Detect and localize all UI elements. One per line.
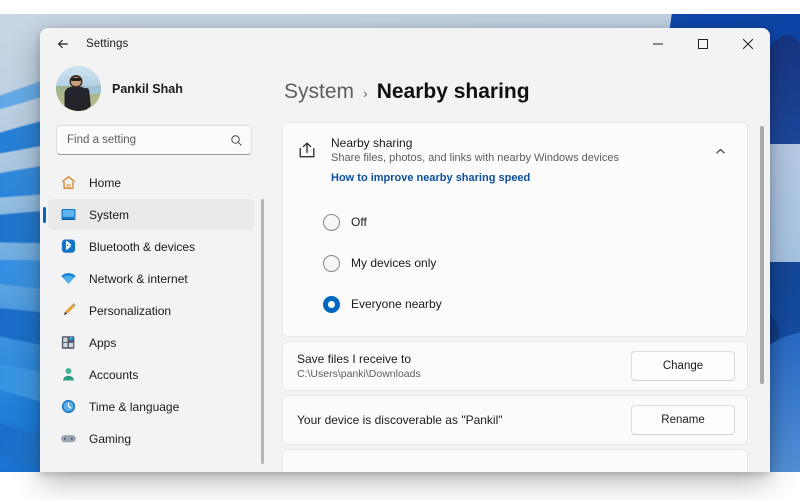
maximize-icon[interactable] [680,28,725,60]
window-controls [635,28,770,60]
improve-speed-link[interactable]: How to improve nearby sharing speed [331,172,530,184]
title-bar: Settings [40,28,770,60]
radio-option-everyone-nearby[interactable]: Everyone nearby [323,288,747,320]
bluetooth-icon [60,238,77,255]
radio-indicator-selected[interactable] [323,295,340,313]
chevron-up-icon[interactable] [707,138,733,164]
sidebar-item-accounts[interactable]: Accounts [48,359,254,390]
sidebar-item-label: Personalization [89,303,172,318]
clock-icon [60,398,77,415]
system-icon [60,206,77,223]
sidebar-item-label: Accounts [89,367,139,382]
network-icon [60,270,77,287]
content-area: System › Nearby sharing Nearby sharing S… [268,60,770,472]
home-icon [60,174,77,191]
rename-button[interactable]: Rename [631,405,735,435]
search-input[interactable] [67,134,230,146]
minimize-icon[interactable] [635,28,680,60]
sidebar-item-gaming[interactable]: Gaming [48,423,254,454]
window-title: Settings [86,38,129,50]
gaming-icon [60,430,77,447]
sidebar-scrollbar[interactable] [261,199,264,464]
row-title: Your device is discoverable as "Pankil" [297,413,503,427]
sharing-options: Off My devices only Everyone nearby [283,200,747,336]
radio-option-my-devices-only[interactable]: My devices only [323,247,747,279]
sidebar-item-time-language[interactable]: Time & language [48,391,254,422]
page-title: Nearby sharing [376,80,530,103]
search-icon [230,134,243,147]
change-button[interactable]: Change [631,351,735,381]
window-body: Pankil Shah Find a setting Home System B… [40,60,770,472]
screen: Settings Pankil Shah Find a setting Home… [0,0,800,500]
sidebar-item-label: Gaming [89,431,132,446]
settings-window: Settings Pankil Shah Find a setting Home… [40,28,770,472]
breadcrumb-separator: › [363,85,368,101]
accounts-icon [60,366,77,383]
radio-label: Everyone nearby [351,297,442,311]
sidebar-item-apps[interactable]: Apps [48,327,254,358]
next-setting-row-partial[interactable] [282,449,748,472]
sidebar-item-network-internet[interactable]: Network & internet [48,263,254,294]
radio-label: My devices only [351,256,437,270]
sidebar-nav: Home System Bluetooth & devices Network … [40,167,268,472]
device-name-text: Your device is discoverable as "Pankil" [297,413,631,427]
account-block[interactable]: Pankil Shah [40,60,268,125]
radio-indicator[interactable] [323,254,340,272]
close-icon[interactable] [725,28,770,60]
brush-icon [60,302,77,319]
card-title: Nearby sharing [331,136,413,150]
row-title: Save files I receive to [297,352,412,366]
sidebar-item-label: Bluetooth & devices [89,239,196,254]
card-subtitle: Share files, photos, and links with near… [331,152,619,164]
device-name-row: Your device is discoverable as "Pankil" … [282,395,748,445]
breadcrumb: System › Nearby sharing [282,60,748,122]
breadcrumb-parent[interactable]: System [284,80,354,104]
sidebar-item-label: Home [89,175,122,190]
radio-option-off[interactable]: Off [323,206,747,238]
sidebar-item-label: System [89,207,130,222]
radio-label: Off [351,215,367,229]
save-files-text: Save files I receive to C:\Users\panki\D… [297,352,631,380]
sidebar-item-label: Time & language [89,399,180,414]
avatar [56,66,101,111]
content-scrollbar-thumb[interactable] [760,126,764,384]
share-icon [297,140,317,160]
radio-indicator[interactable] [323,213,340,231]
apps-icon [60,334,77,351]
save-path: C:\Users\panki\Downloads [297,368,421,380]
search-box[interactable] [56,125,252,155]
save-files-row: Save files I receive to C:\Users\panki\D… [282,341,748,391]
sidebar-item-home[interactable]: Home [48,167,254,198]
sidebar: Pankil Shah Find a setting Home System B… [40,60,268,472]
sidebar-item-bluetooth-devices[interactable]: Bluetooth & devices [48,231,254,262]
sidebar-item-label: Apps [89,335,117,350]
back-arrow-icon[interactable] [48,31,78,57]
sidebar-item-personalization[interactable]: Personalization [48,295,254,326]
sidebar-item-label: Network & internet [89,271,188,286]
account-name: Pankil Shah [112,81,183,96]
nearby-sharing-card: Nearby sharing Share files, photos, and … [282,122,748,337]
nearby-sharing-header: Nearby sharing Share files, photos, and … [283,123,747,200]
sidebar-item-system[interactable]: System [48,199,254,230]
nearby-sharing-text: Nearby sharing Share files, photos, and … [331,136,693,186]
